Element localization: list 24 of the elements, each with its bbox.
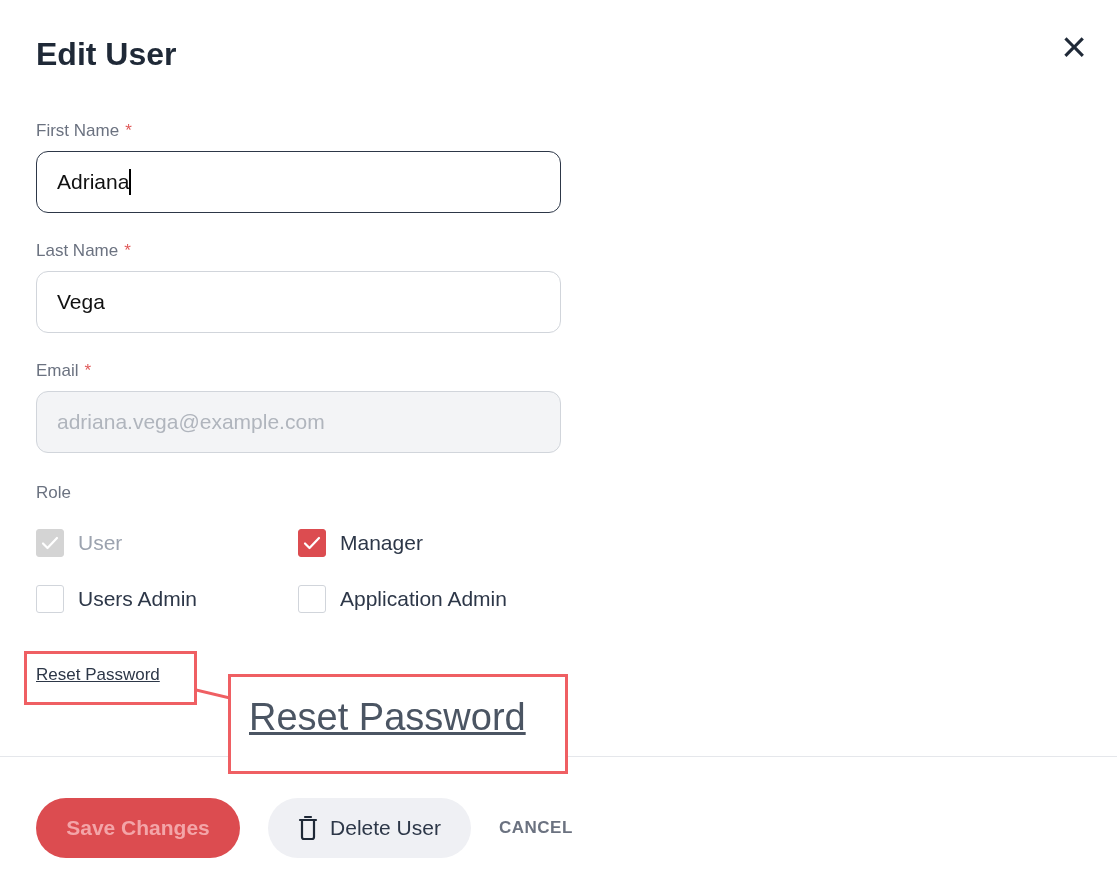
field-label: Last Name: [36, 241, 119, 261]
dialog-title: Edit User: [36, 35, 177, 74]
required-asterisk: *: [125, 121, 132, 141]
trash-icon: [298, 815, 319, 841]
close-button[interactable]: ×: [1061, 20, 1087, 74]
text-cursor: [129, 169, 132, 195]
text-field[interactable]: Vega: [36, 271, 561, 333]
cancel-button[interactable]: CANCEL: [499, 815, 573, 841]
required-asterisk: *: [124, 241, 131, 261]
delete-user-button[interactable]: Delete User: [268, 798, 471, 858]
text-field[interactable]: Adriana: [36, 151, 561, 213]
checkbox[interactable]: [298, 529, 326, 557]
required-asterisk: *: [84, 361, 92, 381]
checkmark-icon: [303, 536, 321, 550]
field-label: First Name: [36, 121, 120, 141]
field-label: Email: [36, 361, 79, 381]
checkbox-label: Application Admin: [340, 586, 507, 613]
checkmark-icon: [41, 536, 59, 550]
checkbox-label: User: [78, 530, 123, 557]
checkbox-label: Users Admin: [78, 586, 198, 613]
role-label: Role: [36, 483, 72, 503]
magnified-link-text: Reset Password: [249, 696, 526, 738]
reset-password-link[interactable]: Reset Password: [36, 665, 160, 685]
checkbox-label: Manager: [340, 530, 423, 557]
